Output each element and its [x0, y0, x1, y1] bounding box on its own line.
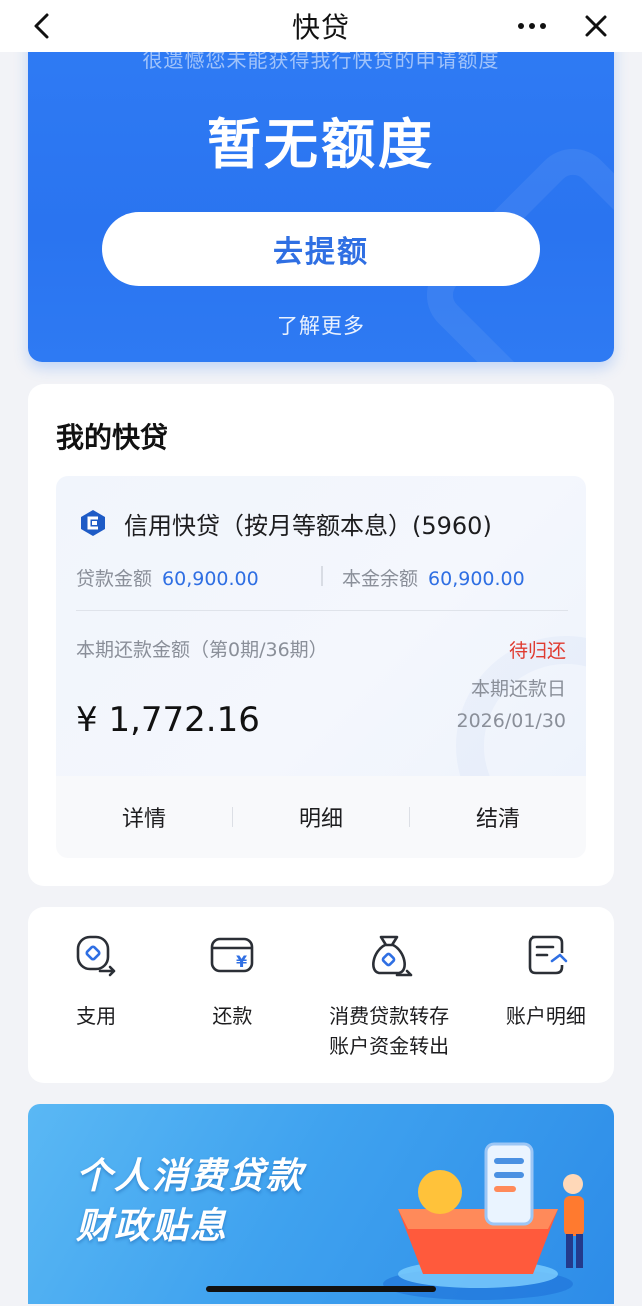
due-date-value: 2026/01/30: [456, 710, 566, 732]
my-loan-title: 我的快贷: [56, 421, 169, 454]
principal-balance-label: 本金余额: [342, 568, 419, 590]
page-title: 快贷: [291, 11, 350, 44]
divider: [321, 566, 323, 586]
credit-limit-text: 暂无额度: [207, 113, 435, 176]
banner-title: 个人消费贷款 财政贴息: [76, 1152, 304, 1252]
statement-button[interactable]: 明细: [233, 801, 409, 833]
service-label: 账户明细: [505, 1004, 586, 1028]
period-repayment-label: 本期还款金额（第0期/36期）: [76, 639, 328, 661]
service-repay[interactable]: ¥ 还款: [164, 907, 300, 1083]
service-label: 消费贷款转存 账户资金转出: [329, 1004, 450, 1058]
chevron-left-icon[interactable]: [22, 6, 62, 46]
divider: [76, 610, 568, 611]
settle-button[interactable]: 结清: [410, 801, 586, 833]
more-icon[interactable]: [510, 6, 554, 46]
service-label: 支用: [76, 1004, 117, 1028]
banner-illustration: [383, 1142, 584, 1300]
raise-limit-button[interactable]: 去提额: [102, 212, 540, 286]
home-indicator: [206, 1286, 436, 1292]
principal-balance: 本金余额 60,900.00: [342, 564, 525, 591]
bank-logo-icon: [81, 510, 105, 536]
status-badge: 待归还: [508, 640, 566, 662]
promo-banner[interactable]: 个人消费贷款 财政贴息: [28, 1104, 614, 1304]
withdraw-icon: [76, 935, 116, 977]
services-grid: 支用 ¥ 还款 消费贷款转存 账户资金转出 账户明细: [28, 907, 614, 1083]
credit-limit-hero: 很遗憾您未能获得我行快贷的申请额度 暂无额度 去提额 了解更多: [28, 30, 614, 362]
service-label: 还款: [212, 1004, 253, 1028]
close-icon[interactable]: [576, 6, 616, 46]
money-bag-icon: [372, 935, 413, 977]
service-account-details[interactable]: 账户明细: [478, 907, 614, 1083]
loan-amount: 贷款金额 60,900.00: [76, 564, 259, 591]
principal-balance-value: 60,900.00: [428, 568, 525, 590]
period-repayment-amount: ¥ 1,772.16: [76, 700, 260, 740]
service-withdraw[interactable]: 支用: [28, 907, 164, 1083]
loan-action-bar: 详情 明细 结清: [56, 776, 586, 858]
banner-title-line: 个人消费贷款: [76, 1156, 305, 1197]
details-button[interactable]: 详情: [56, 801, 232, 833]
due-date-label: 本期还款日: [470, 678, 566, 700]
nav-bar: 快贷: [0, 0, 642, 52]
loan-amount-label: 贷款金额: [76, 568, 153, 590]
learn-more-link[interactable]: 了解更多: [28, 310, 614, 340]
product-name: 信用快贷（按月等额本息）(5960): [124, 512, 492, 540]
loan-summary[interactable]: 信用快贷（按月等额本息）(5960) 贷款金额 60,900.00 本金余额 60,…: [56, 476, 586, 776]
repay-icon: ¥: [211, 937, 254, 973]
service-transfer[interactable]: 消费贷款转存 账户资金转出: [301, 907, 478, 1083]
loan-amount-value: 60,900.00: [162, 568, 259, 590]
banner-title-line: 财政贴息: [76, 1206, 229, 1247]
svg-text:¥: ¥: [236, 952, 247, 971]
account-detail-icon: [528, 935, 568, 975]
my-loan-card: 我的快贷 信用快贷（按月等额本息）(5960) 贷款金额 60,900.00 本金…: [28, 384, 614, 886]
